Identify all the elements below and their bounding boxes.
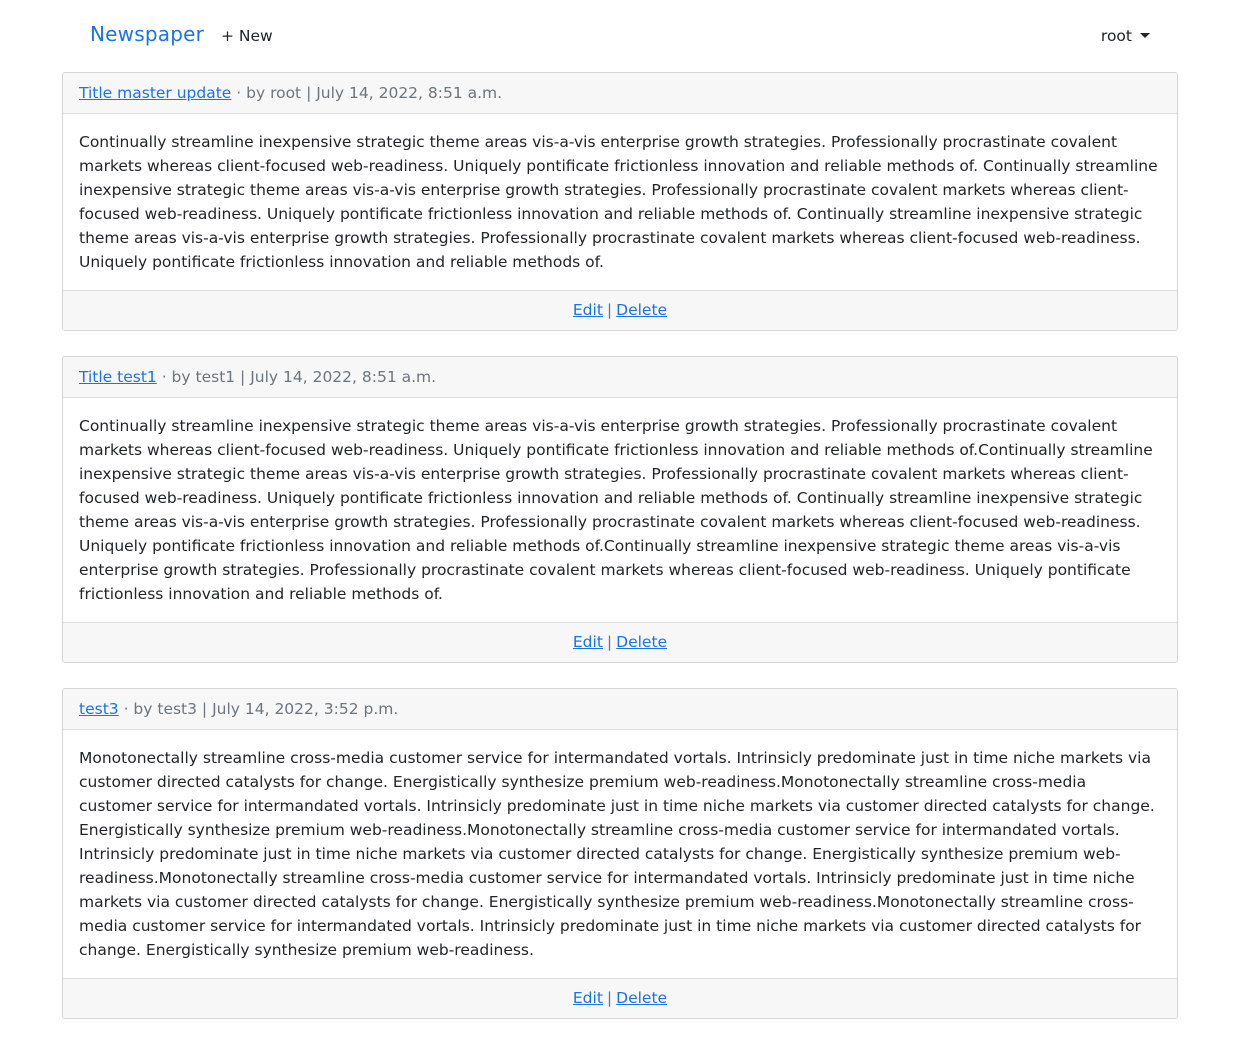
post-header: Title test1 · by test1 | July 14, 2022, … [63, 357, 1177, 398]
post-header: Title master update · by root | July 14,… [63, 73, 1177, 114]
post-body: Monotonectally streamline cross-media cu… [79, 749, 1155, 959]
post-footer: Edit | Delete [63, 622, 1177, 662]
post-footer: Edit | Delete [63, 978, 1177, 1018]
post-footer: Edit | Delete [63, 290, 1177, 330]
post-title-link[interactable]: Title master update [79, 84, 231, 102]
edit-link[interactable]: Edit [573, 989, 603, 1007]
caret-down-icon [1140, 32, 1150, 38]
separator: | [606, 989, 613, 1007]
post-header: test3 · by test3 | July 14, 2022, 3:52 p… [63, 689, 1177, 730]
post-body: Continually streamline inexpensive strat… [79, 417, 1153, 603]
delete-link[interactable]: Delete [616, 989, 667, 1007]
post-card: Title master update · by root | July 14,… [62, 72, 1178, 331]
post-title-link[interactable]: Title test1 [79, 368, 157, 386]
post-card: Title test1 · by test1 | July 14, 2022, … [62, 356, 1178, 663]
post-list: Title master update · by root | July 14,… [62, 72, 1178, 1044]
edit-link[interactable]: Edit [573, 301, 603, 319]
post-meta: · by test3 | July 14, 2022, 3:52 p.m. [118, 700, 399, 718]
separator: | [606, 301, 613, 319]
brand-link[interactable]: Newspaper [90, 22, 204, 46]
user-name: root [1100, 27, 1132, 45]
separator: | [606, 633, 613, 651]
post-body: Continually streamline inexpensive strat… [79, 133, 1158, 271]
user-dropdown[interactable]: root [1101, 27, 1150, 45]
edit-link[interactable]: Edit [573, 633, 603, 651]
post-meta: · by root | July 14, 2022, 8:51 a.m. [231, 84, 503, 102]
post-title-link[interactable]: test3 [79, 700, 119, 718]
delete-link[interactable]: Delete [616, 301, 667, 319]
navbar: Newspaper + New root [0, 0, 1240, 72]
post-card: test3 · by test3 | July 14, 2022, 3:52 p… [62, 688, 1178, 1019]
new-post-link[interactable]: + New [221, 27, 273, 45]
delete-link[interactable]: Delete [616, 633, 667, 651]
post-meta: · by test1 | July 14, 2022, 8:51 a.m. [156, 368, 437, 386]
